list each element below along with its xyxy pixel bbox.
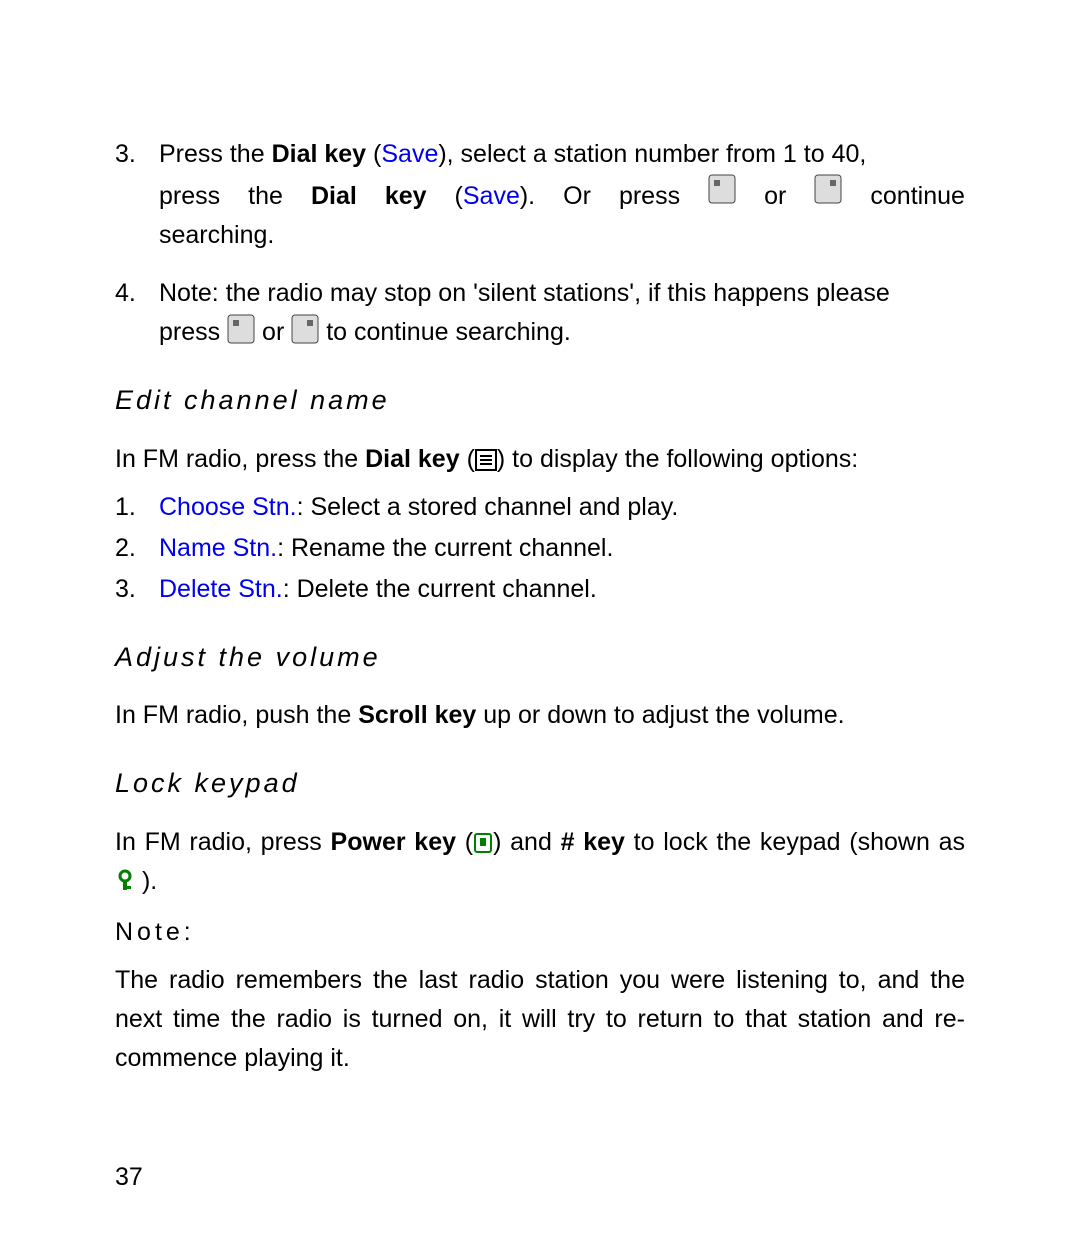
text: (	[456, 828, 473, 856]
step-3-line2: press the Dial key (Save). Or press or c…	[159, 174, 965, 216]
power-icon	[473, 832, 493, 854]
option-2-text: Name Stn.: Rename the current channel.	[159, 529, 965, 568]
step-3: 3. Press the Dial key (Save), select a s…	[115, 135, 965, 254]
text: : Select a stored channel and play.	[297, 493, 679, 521]
volume-text: In FM radio, push the Scroll key up or d…	[115, 696, 965, 735]
option-2: 2. Name Stn.: Rename the current channel…	[115, 529, 965, 568]
heading-adjust-volume: Adjust the volume	[115, 637, 965, 679]
text: the	[248, 177, 283, 216]
option-1-text: Choose Stn.: Select a stored channel and…	[159, 488, 965, 527]
text: or	[764, 177, 786, 216]
step-4-text: Note: the radio may stop on 'silent stat…	[159, 274, 965, 352]
dial-key-label: Dial key	[365, 445, 460, 473]
text: Dial	[311, 177, 357, 216]
text: (	[366, 140, 381, 168]
step-4: 4. Note: the radio may stop on 'silent s…	[115, 274, 965, 352]
text: : Rename the current channel.	[277, 534, 613, 562]
note-label: Note:	[115, 913, 965, 952]
key-right-icon	[814, 174, 842, 204]
option-1: 1. Choose Stn.: Select a stored channel …	[115, 488, 965, 527]
option-1-number: 1.	[115, 488, 159, 527]
text: In FM radio, press the	[115, 445, 365, 473]
dial-key-label: Dial key	[272, 140, 367, 168]
option-3-number: 3.	[115, 570, 159, 609]
page-number: 37	[115, 1158, 965, 1197]
text: Or	[563, 177, 591, 216]
text: press	[619, 177, 680, 216]
step-3-line3: searching.	[159, 216, 965, 255]
scroll-key-label: Scroll key	[358, 701, 476, 729]
text: press	[159, 177, 220, 216]
step-4-line2: press or to continue searching.	[159, 313, 965, 352]
option-3: 3. Delete Stn.: Delete the current chann…	[115, 570, 965, 609]
lock-text: In FM radio, press Power key ( ) and # ke…	[115, 823, 965, 901]
heading-edit-channel-name: Edit channel name	[115, 380, 965, 422]
save-link: Save	[381, 140, 438, 168]
note-body: The radio remembers the last radio stati…	[115, 961, 965, 1077]
text: ) and	[493, 828, 561, 856]
key-right-icon	[291, 314, 319, 344]
text: key	[385, 177, 427, 216]
option-3-text: Delete Stn.: Delete the current channel.	[159, 570, 965, 609]
text: Press the	[159, 140, 272, 168]
menu-icon	[475, 449, 497, 471]
step-4-number: 4.	[115, 274, 159, 352]
text: ), select a station number from 1 to 40,	[438, 140, 866, 168]
key-left-icon	[708, 174, 736, 204]
choose-stn-link: Choose Stn.	[159, 493, 297, 521]
text: up or down to adjust the volume.	[476, 701, 844, 729]
text: or	[262, 318, 291, 346]
edit-intro: In FM radio, press the Dial key ( ) to di…	[115, 440, 965, 479]
heading-lock-keypad: Lock keypad	[115, 763, 965, 805]
text: : Delete the current channel.	[283, 575, 597, 603]
text: In FM radio, press	[115, 828, 331, 856]
step-4-line1: Note: the radio may stop on 'silent stat…	[159, 274, 965, 313]
name-stn-link: Name Stn.	[159, 534, 277, 562]
power-key-label: Power key	[331, 828, 456, 856]
text: In FM radio, push the	[115, 701, 358, 729]
text: continue	[870, 177, 965, 216]
text: ) to display the following options:	[497, 445, 858, 473]
text: to lock the keypad (shown as	[625, 828, 965, 856]
text: press	[159, 318, 227, 346]
option-2-number: 2.	[115, 529, 159, 568]
manual-page: 3. Press the Dial key (Save), select a s…	[0, 0, 1080, 1236]
text: to continue searching.	[326, 318, 571, 346]
text: (	[455, 182, 463, 210]
hash-key-label: # key	[561, 828, 625, 856]
key-left-icon	[227, 314, 255, 344]
text: ).	[135, 867, 157, 895]
text: ).	[520, 182, 535, 210]
key-icon	[115, 869, 135, 893]
delete-stn-link: Delete Stn.	[159, 575, 283, 603]
save-link: Save	[463, 182, 520, 210]
step-3-number: 3.	[115, 135, 159, 254]
text: (	[460, 445, 475, 473]
step-3-text: Press the Dial key (Save), select a stat…	[159, 135, 965, 254]
